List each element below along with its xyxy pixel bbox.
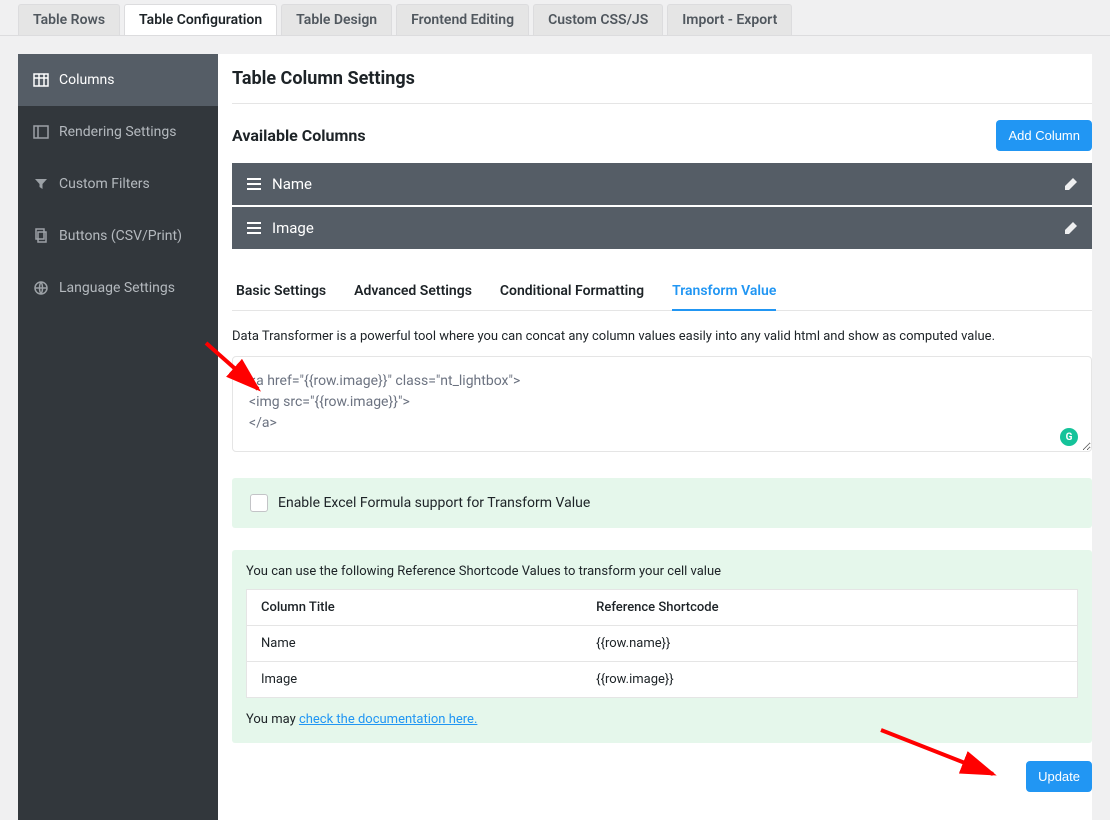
- filter-icon: [33, 176, 49, 192]
- sidebar-item-label: Language Settings: [59, 280, 175, 296]
- sidebar-item-label: Rendering Settings: [59, 124, 176, 140]
- transform-description: Data Transformer is a powerful tool wher…: [232, 329, 1092, 344]
- add-column-button[interactable]: Add Column: [996, 120, 1092, 151]
- excel-formula-panel: Enable Excel Formula support for Transfo…: [232, 478, 1092, 528]
- content-panel: Table Column Settings Available Columns …: [218, 54, 1092, 820]
- grammarly-icon[interactable]: G: [1060, 428, 1078, 446]
- drag-handle-icon[interactable]: [246, 221, 262, 235]
- sidebar-item-language[interactable]: Language Settings: [18, 262, 218, 314]
- rendering-icon: [33, 124, 49, 140]
- language-icon: [33, 280, 49, 296]
- ref-col-short: {{row.name}}: [582, 626, 1077, 662]
- tab-table-rows[interactable]: Table Rows: [18, 4, 120, 35]
- excel-formula-label: Enable Excel Formula support for Transfo…: [278, 495, 590, 511]
- drag-handle-icon[interactable]: [246, 177, 262, 191]
- tab-import-export[interactable]: Import - Export: [667, 4, 792, 35]
- tab-frontend-editing[interactable]: Frontend Editing: [396, 4, 529, 35]
- sidebar: Columns Rendering Settings Custom Filter…: [18, 54, 218, 820]
- table-row: Image {{row.image}}: [247, 662, 1078, 698]
- ref-col-title: Image: [247, 662, 583, 698]
- ref-header-col: Column Title: [247, 590, 583, 626]
- sidebar-item-label: Buttons (CSV/Print): [59, 228, 182, 244]
- column-row[interactable]: Name: [232, 163, 1092, 205]
- reference-shortcode-panel: You can use the following Reference Shor…: [232, 550, 1092, 743]
- sidebar-item-rendering[interactable]: Rendering Settings: [18, 106, 218, 158]
- sidebar-item-columns[interactable]: Columns: [18, 54, 218, 106]
- update-button[interactable]: Update: [1026, 761, 1092, 792]
- transform-value-panel: Data Transformer is a powerful tool wher…: [232, 329, 1092, 792]
- column-row[interactable]: Image: [232, 207, 1092, 249]
- column-name: Name: [272, 175, 1064, 193]
- column-name: Image: [272, 219, 1064, 237]
- excel-formula-toggle[interactable]: Enable Excel Formula support for Transfo…: [250, 494, 1074, 512]
- column-subtabs: Basic Settings Advanced Settings Conditi…: [232, 277, 1092, 311]
- reference-intro: You can use the following Reference Shor…: [246, 564, 1078, 579]
- edit-icon[interactable]: [1064, 177, 1078, 191]
- ref-header-short: Reference Shortcode: [582, 590, 1077, 626]
- subtab-transform[interactable]: Transform Value: [672, 277, 776, 311]
- checkbox-icon[interactable]: [250, 494, 268, 512]
- top-tab-bar: Table Rows Table Configuration Table Des…: [0, 0, 1110, 36]
- ref-col-title: Name: [247, 626, 583, 662]
- column-list: Name Image: [232, 163, 1092, 249]
- sidebar-item-label: Columns: [59, 72, 114, 88]
- doc-note: You may check the documentation here.: [246, 712, 1078, 727]
- ref-col-short: {{row.image}}: [582, 662, 1077, 698]
- sidebar-item-buttons[interactable]: Buttons (CSV/Print): [18, 210, 218, 262]
- page-title: Table Column Settings: [232, 68, 1092, 104]
- copy-icon: [33, 228, 49, 244]
- table-row: Name {{row.name}}: [247, 626, 1078, 662]
- available-columns-heading: Available Columns: [232, 126, 366, 145]
- columns-icon: [33, 72, 49, 88]
- sidebar-item-filters[interactable]: Custom Filters: [18, 158, 218, 210]
- doc-link[interactable]: check the documentation here.: [299, 712, 477, 727]
- subtab-conditional[interactable]: Conditional Formatting: [500, 277, 644, 310]
- tab-custom-css-js[interactable]: Custom CSS/JS: [533, 4, 663, 35]
- tab-table-design[interactable]: Table Design: [281, 4, 392, 35]
- sidebar-item-label: Custom Filters: [59, 176, 150, 192]
- edit-icon[interactable]: [1064, 221, 1078, 235]
- transform-code-input[interactable]: [232, 356, 1092, 452]
- tab-table-configuration[interactable]: Table Configuration: [124, 4, 277, 35]
- subtab-basic[interactable]: Basic Settings: [236, 277, 326, 310]
- subtab-advanced[interactable]: Advanced Settings: [354, 277, 472, 310]
- reference-table: Column Title Reference Shortcode Name {{…: [246, 589, 1078, 698]
